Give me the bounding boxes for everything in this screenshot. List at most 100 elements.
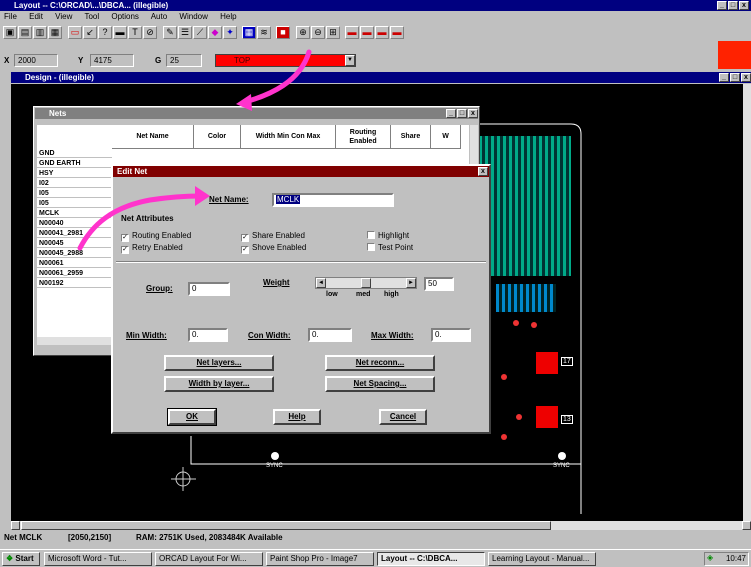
layer-2-icon[interactable]: ▬ <box>360 26 374 39</box>
taskbar-item-learning[interactable]: Learning Layout - Manual... <box>488 552 596 566</box>
menu-help[interactable]: Help <box>220 12 236 21</box>
design-close-button[interactable]: x <box>741 73 751 82</box>
menu-view[interactable]: View <box>55 12 72 21</box>
component-icon[interactable]: ▦ <box>48 26 62 39</box>
share-enabled-checkbox[interactable]: ✓ Share Enabled <box>241 231 305 242</box>
menu-window[interactable]: Window <box>179 12 207 21</box>
net-name-field[interactable]: MCLK <box>272 193 394 207</box>
design-maximize-button[interactable]: □ <box>730 73 740 82</box>
library-icon[interactable]: ▥ <box>33 26 47 39</box>
help-button[interactable]: Help <box>273 409 321 425</box>
spreadsheet-icon[interactable]: ☰ <box>178 26 192 39</box>
edit-icon[interactable]: ✎ <box>163 26 177 39</box>
zoom-in-icon[interactable]: ⊕ <box>296 26 310 39</box>
retry-enabled-checkbox[interactable]: ✓ Retry Enabled <box>121 243 183 254</box>
minimize-button[interactable]: _ <box>717 1 727 10</box>
close-button[interactable]: x <box>739 1 749 10</box>
taskbar-item-layout[interactable]: Layout -- C:\DBCA... <box>377 552 485 566</box>
menu-file[interactable]: File <box>4 12 17 21</box>
table-row[interactable]: I05 <box>37 199 112 208</box>
slider-thumb[interactable] <box>361 278 371 288</box>
net-spacing-button[interactable]: Net Spacing... <box>325 376 435 392</box>
scroll-thumb[interactable] <box>21 521 551 530</box>
width-by-layer-button[interactable]: Width by layer... <box>164 376 274 392</box>
maximize-button[interactable]: □ <box>728 1 738 10</box>
start-button[interactable]: ❖ Start <box>2 552 40 566</box>
group-field[interactable]: 0 <box>188 282 230 296</box>
taskbar-item-orcad-manual[interactable]: ORCAD Layout For Wi... <box>155 552 263 566</box>
table-row[interactable]: N00040 <box>37 219 112 228</box>
nets-close-button[interactable]: x <box>468 109 478 118</box>
table-row[interactable]: N00192 <box>37 279 112 288</box>
shove-enabled-checkbox[interactable]: ✓ Shove Enabled <box>241 243 306 254</box>
test-point-checkbox[interactable]: Test Point <box>367 243 413 252</box>
slider-left-arrow[interactable]: ◄ <box>316 278 326 288</box>
weight-field[interactable]: 50 <box>424 277 454 291</box>
scroll-left-arrow[interactable] <box>11 521 20 530</box>
menu-tool[interactable]: Tool <box>84 12 99 21</box>
zoom-out-icon[interactable]: ⊖ <box>311 26 325 39</box>
line-icon[interactable]: ↙ <box>83 26 97 39</box>
taskbar-item-word[interactable]: Microsoft Word - Tut... <box>44 552 152 566</box>
max-width-field[interactable]: 0. <box>431 328 471 342</box>
menu-edit[interactable]: Edit <box>29 12 43 21</box>
pin-icon[interactable]: ▬ <box>113 26 127 39</box>
table-row[interactable]: GND <box>37 149 112 158</box>
cancel-button[interactable]: Cancel <box>379 409 427 425</box>
table-row[interactable]: N00061 <box>37 259 112 268</box>
min-width-field[interactable]: 0. <box>188 328 228 342</box>
table-row[interactable]: GND EARTH <box>37 159 112 168</box>
table-row[interactable]: HSY <box>37 169 112 178</box>
nets-maximize-button[interactable]: □ <box>457 109 467 118</box>
query-icon[interactable]: ? <box>98 26 112 39</box>
vertical-scrollbar[interactable] <box>743 84 751 521</box>
paint-icon[interactable]: ✦ <box>223 26 237 39</box>
table-row[interactable]: I05 <box>37 189 112 198</box>
menu-options[interactable]: Options <box>111 12 139 21</box>
layer-select[interactable]: TOP ▼ <box>215 54 356 67</box>
column-header-width[interactable]: Width Min Con Max <box>241 125 336 149</box>
nets-spreadsheet-icon[interactable]: ▦ <box>242 26 256 39</box>
color-icon[interactable]: ◆ <box>208 26 222 39</box>
weight-slider[interactable]: ◄ ► <box>315 277 417 289</box>
design-minimize-button[interactable]: _ <box>719 73 729 82</box>
connection-icon[interactable]: ⟋ <box>193 26 207 39</box>
table-row[interactable]: N00061_2959 <box>37 269 112 278</box>
table-row-selected[interactable]: MCLK <box>37 209 112 218</box>
reject-icon[interactable]: ⊘ <box>143 26 157 39</box>
route-icon[interactable]: ≋ <box>257 26 271 39</box>
column-header-color[interactable]: Color <box>194 125 241 149</box>
highlight-checkbox[interactable]: Highlight <box>367 231 409 240</box>
column-header-routing-enabled[interactable]: Routing Enabled <box>336 125 391 149</box>
slider-right-arrow[interactable]: ► <box>406 278 416 288</box>
table-row[interactable]: N00045 <box>37 239 112 248</box>
open-icon[interactable]: ▣ <box>3 26 17 39</box>
column-header-share[interactable]: Share <box>391 125 431 149</box>
text-icon[interactable]: T <box>128 26 142 39</box>
layer-3-icon[interactable]: ▬ <box>375 26 389 39</box>
menu-auto[interactable]: Auto <box>151 12 167 21</box>
scroll-right-arrow[interactable] <box>742 521 751 530</box>
ok-button[interactable]: OK <box>167 408 217 426</box>
column-header-w[interactable]: W <box>431 125 461 149</box>
table-row[interactable]: N00041_2981 <box>37 229 112 238</box>
con-width-field[interactable]: 0. <box>308 328 352 342</box>
routing-enabled-checkbox[interactable]: ✓ Routing Enabled <box>121 231 191 242</box>
table-row[interactable]: I02 <box>37 179 112 188</box>
taskbar-item-paint-shop[interactable]: Paint Shop Pro - Image7 <box>266 552 374 566</box>
speaker-icon: ◈ <box>707 553 714 562</box>
chevron-down-icon[interactable]: ▼ <box>345 55 355 66</box>
table-row[interactable]: N00045_2988 <box>37 249 112 258</box>
layer-1-icon[interactable]: ▬ <box>345 26 359 39</box>
column-header-net-name[interactable]: Net Name <box>112 125 194 149</box>
layer-4-icon[interactable]: ▬ <box>390 26 404 39</box>
obstacle-icon[interactable]: ▭ <box>68 26 82 39</box>
net-reconn-button[interactable]: Net reconn... <box>325 355 435 371</box>
nets-minimize-button[interactable]: _ <box>446 109 456 118</box>
edit-net-close-button[interactable]: x <box>478 167 488 176</box>
drc-icon[interactable]: ■ <box>276 26 290 39</box>
save-icon[interactable]: ▤ <box>18 26 32 39</box>
horizontal-scrollbar[interactable] <box>11 521 751 530</box>
net-layers-button[interactable]: Net layers... <box>164 355 274 371</box>
zoom-all-icon[interactable]: ⊞ <box>326 26 340 39</box>
